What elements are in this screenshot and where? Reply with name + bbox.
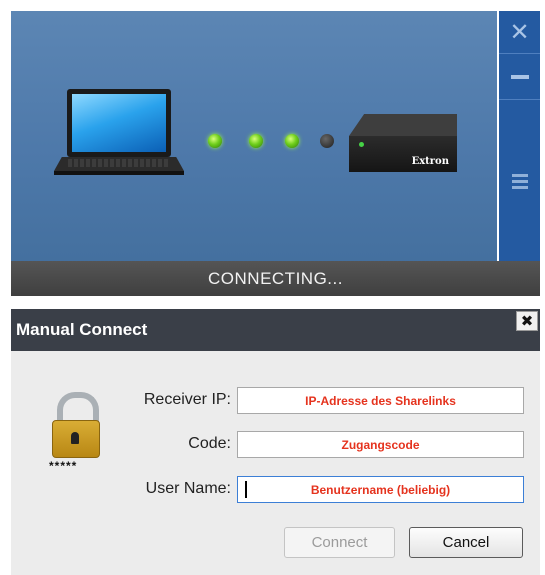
lock-mask-text: ***** (49, 459, 78, 473)
dialog-title: Manual Connect (16, 320, 148, 339)
receiver-ip-value: IP-Adresse des Sharelinks (305, 393, 456, 408)
progress-dot (249, 134, 263, 148)
code-label: Code: (188, 435, 231, 452)
close-icon[interactable]: ✕ (499, 11, 540, 53)
progress-dot (285, 134, 299, 148)
manual-connect-dialog: Manual Connect ✖ ***** Receiver IP: IP-A… (11, 309, 540, 575)
status-text: CONNECTING... (208, 268, 343, 288)
code-value: Zugangscode (341, 437, 420, 452)
cancel-button[interactable]: Cancel (409, 527, 523, 558)
code-input[interactable]: Zugangscode (237, 431, 524, 458)
progress-dot (320, 134, 334, 148)
receiver-device-icon: Extron (349, 114, 457, 174)
device-brand-label: Extron (411, 156, 449, 167)
laptop-icon (54, 89, 184, 175)
connection-panel: Extron ✕ CONNECTING... (11, 11, 540, 296)
progress-dot (208, 134, 222, 148)
minimize-icon[interactable] (499, 55, 540, 99)
text-caret (245, 481, 247, 498)
connection-visual: Extron (11, 11, 497, 261)
receiver-ip-label: Receiver IP: (143, 391, 231, 408)
side-toolbar: ✕ (499, 11, 540, 261)
receiver-ip-input[interactable]: IP-Adresse des Sharelinks (237, 387, 524, 414)
device-led (359, 142, 364, 147)
user-name-input[interactable]: Benutzername (beliebig) (237, 476, 524, 503)
menu-icon[interactable] (499, 161, 540, 201)
close-icon[interactable]: ✖ (516, 311, 538, 331)
status-bar: CONNECTING... (11, 261, 540, 296)
user-name-value: Benutzername (beliebig) (310, 482, 451, 497)
connect-button[interactable]: Connect (284, 527, 395, 558)
lock-icon: ***** (49, 392, 109, 473)
dialog-header: Manual Connect (11, 309, 540, 351)
user-name-label: User Name: (145, 480, 231, 497)
